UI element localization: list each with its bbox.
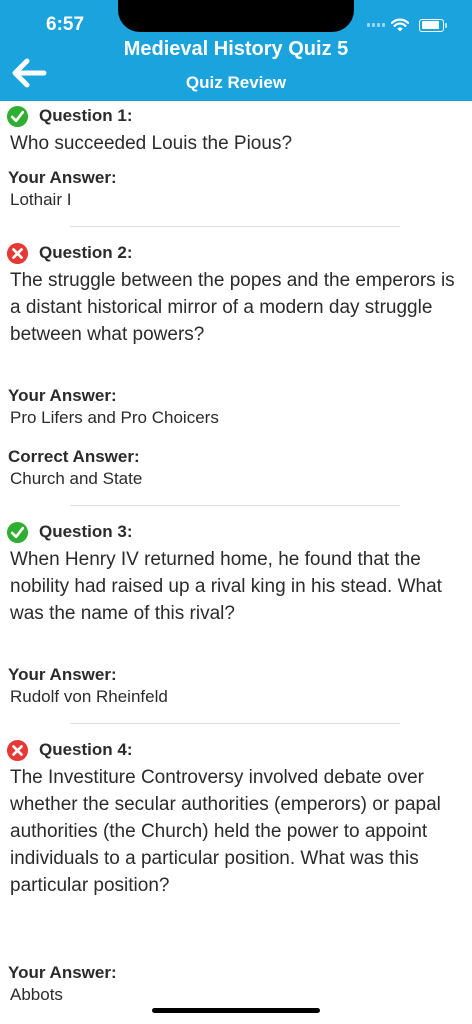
your-answer-value: Lothair I: [10, 190, 72, 209]
correct-answer-value: Church and State: [10, 469, 143, 488]
question-text: Who succeeded Louis the Pious?: [10, 133, 293, 154]
question-header: Question 2:: [6, 240, 133, 266]
correct-check-icon: [6, 105, 29, 127]
page-subtitle: Quiz Review: [185, 73, 287, 92]
battery-icon: [419, 18, 447, 32]
device-notch: [118, 0, 354, 32]
back-button[interactable]: [8, 56, 48, 90]
nav-header: 6:57 Medieval History Quiz 5 Quiz Review: [0, 0, 472, 101]
question-label: Question 1:: [39, 106, 133, 125]
question-header: Question 4:: [6, 737, 133, 763]
your-answer-label: Your Answer:: [8, 665, 117, 684]
question-header: Question 1:: [6, 103, 133, 129]
your-answer-value: Rudolf von Rheinfeld: [10, 687, 168, 706]
page-title: Medieval History Quiz 5: [123, 38, 349, 60]
question-text: When Henry IV returned home, he found th…: [10, 549, 442, 624]
cellular-signal-icon: [367, 23, 385, 27]
question-label: Question 4:: [39, 740, 133, 759]
wifi-icon: [391, 18, 409, 32]
status-time: 6:57: [46, 14, 85, 35]
question-text: The struggle between the popes and the e…: [10, 270, 455, 345]
your-answer-value: Pro Lifers and Pro Choicers: [10, 408, 219, 427]
status-icons: [367, 14, 447, 36]
question-text: The Investiture Controversy involved deb…: [10, 767, 441, 896]
correct-answer-label: Correct Answer:: [8, 447, 140, 466]
divider: [70, 723, 400, 724]
your-answer-value: Abbots: [10, 985, 63, 1004]
divider: [70, 226, 400, 227]
question-header: Question 3:: [6, 519, 133, 545]
question-label: Question 3:: [39, 522, 133, 541]
back-arrow-icon: [12, 58, 47, 88]
correct-check-icon: [6, 521, 29, 543]
divider: [70, 505, 400, 506]
incorrect-x-icon: [6, 739, 29, 761]
incorrect-x-icon: [6, 242, 29, 264]
your-answer-label: Your Answer:: [8, 963, 117, 982]
question-label: Question 2:: [39, 243, 133, 262]
your-answer-label: Your Answer:: [8, 168, 117, 187]
your-answer-label: Your Answer:: [8, 386, 117, 405]
home-indicator[interactable]: [152, 1008, 320, 1013]
